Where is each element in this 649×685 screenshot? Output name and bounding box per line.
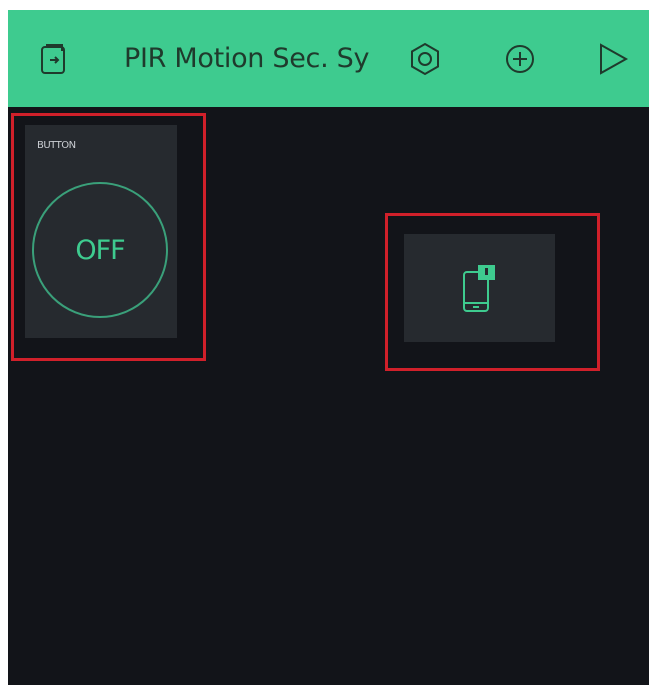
button-highlight-box — [11, 113, 206, 361]
app-screen: PIR Motion Sec. Sy BUTTON OFF — [8, 10, 649, 685]
hexagon-nut-icon[interactable] — [407, 41, 443, 77]
top-bar: PIR Motion Sec. Sy — [8, 10, 649, 107]
plus-circle-icon[interactable] — [502, 41, 538, 77]
notification-highlight-box — [385, 213, 600, 371]
exit-door-icon[interactable] — [36, 41, 72, 77]
project-title: PIR Motion Sec. Sy — [124, 43, 370, 74]
play-triangle-icon[interactable] — [595, 41, 631, 77]
